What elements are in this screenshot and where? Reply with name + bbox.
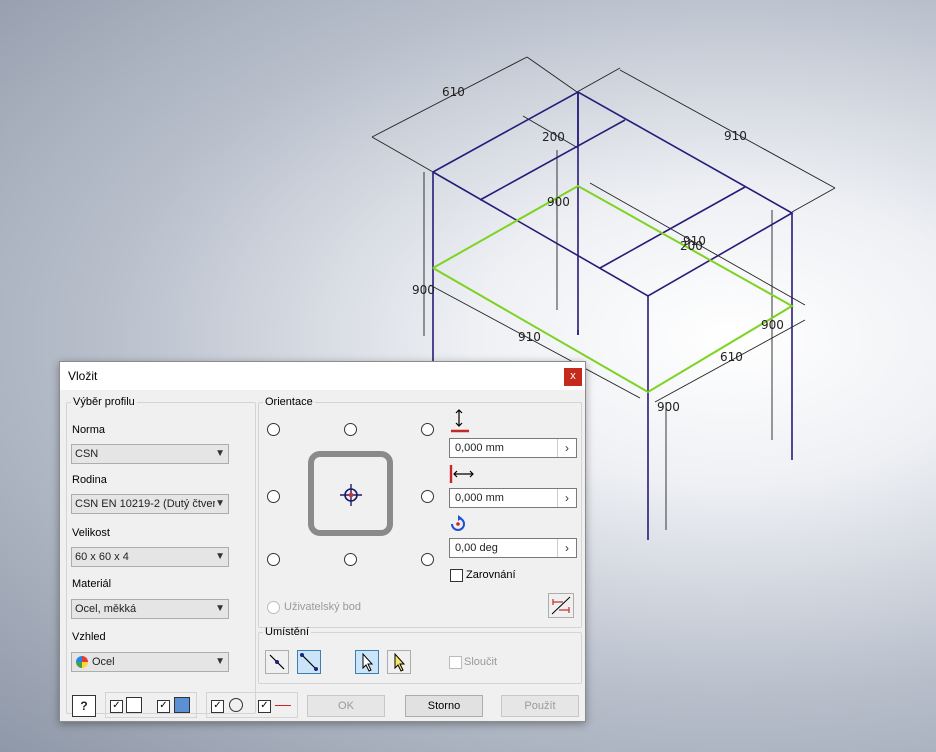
norma-label: Norma <box>72 424 106 436</box>
profile-group-legend: Výběr profilu <box>73 396 135 408</box>
orientation-group: Orientace <box>258 396 582 628</box>
vertical-offset-icon <box>451 409 469 433</box>
dimension-label: 900 <box>547 195 570 209</box>
horizontal-offset-icon <box>449 465 474 483</box>
placement-group-legend: Umístění <box>265 626 310 638</box>
appearance-sphere-icon <box>76 656 88 668</box>
help-button[interactable]: ? <box>72 695 96 717</box>
vertical-offset-value: 0,000 mm <box>455 442 504 454</box>
apply-button[interactable]: Použít <box>501 695 579 717</box>
vertical-offset-input[interactable]: 0,000 mm › <box>449 438 577 458</box>
zarovnani-checkbox[interactable] <box>450 569 463 582</box>
rotation-value: 0,00 deg <box>455 542 498 554</box>
option-toggles-b: ✓ ✓ <box>206 692 298 718</box>
angle-icon <box>275 705 291 706</box>
option-checkbox-4[interactable]: ✓ <box>258 700 271 713</box>
user-point-radio[interactable] <box>267 601 280 614</box>
zarovnani-label: Zarovnání <box>466 569 516 581</box>
mirror-icon <box>551 596 571 615</box>
vzhled-value: Ocel <box>92 656 115 668</box>
anchor-top-right-radio[interactable] <box>421 423 434 436</box>
horizontal-offset-value: 0,000 mm <box>455 492 504 504</box>
dimension-label: 200 <box>680 239 703 253</box>
merge-label: Sloučit <box>464 656 498 668</box>
place-between-points-button[interactable] <box>265 650 289 674</box>
select-yellow-button[interactable] <box>387 650 411 674</box>
velikost-label: Velikost <box>72 527 110 539</box>
chevron-right-icon[interactable]: › <box>557 489 576 507</box>
cancel-button[interactable]: Storno <box>405 695 483 717</box>
dimension-label: 910 <box>518 330 541 344</box>
target-icon <box>229 698 243 712</box>
anchor-bottom-left-radio[interactable] <box>267 553 280 566</box>
dimension-label: 610 <box>442 85 465 99</box>
vzhled-select[interactable]: Ocel ▼ <box>71 652 229 672</box>
chevron-down-icon: ▼ <box>215 603 225 614</box>
rotation-icon <box>451 515 465 531</box>
place-on-edge-button[interactable] <box>297 650 321 674</box>
velikost-value: 60 x 60 x 4 <box>75 551 129 563</box>
rodina-label: Rodina <box>72 474 107 486</box>
anchor-bottom-right-radio[interactable] <box>421 553 434 566</box>
anchor-top-center-radio[interactable] <box>344 423 357 436</box>
orientation-group-legend: Orientace <box>265 396 313 408</box>
velikost-select[interactable]: 60 x 60 x 4 ▼ <box>71 547 229 567</box>
help-icon: ? <box>80 699 88 713</box>
rodina-value: CSN EN 10219-2 (Dutý čtver <box>75 498 217 510</box>
cursor-icon <box>362 652 374 672</box>
line-point-icon <box>300 653 318 671</box>
mirror-button[interactable] <box>548 593 574 618</box>
dimension-label: 900 <box>412 283 435 297</box>
dialog-titlebar[interactable]: Vložit x <box>60 362 585 390</box>
cursor-icon <box>394 652 406 672</box>
center-anchor-icon[interactable] <box>339 483 363 507</box>
frame-properties-icon <box>126 697 142 713</box>
user-point-label: Uživatelský bod <box>284 601 362 613</box>
material-label: Materiál <box>72 578 112 590</box>
rotation-input[interactable]: 0,00 deg › <box>449 538 577 558</box>
chevron-down-icon: ▼ <box>215 551 225 562</box>
material-value: Ocel, měkká <box>75 603 137 615</box>
option-checkbox-3[interactable]: ✓ <box>211 700 224 713</box>
dimension-label: 900 <box>657 400 680 414</box>
chevron-down-icon: ▼ <box>215 656 225 667</box>
anchor-middle-right-radio[interactable] <box>421 490 434 503</box>
line-endpoints-icon <box>269 654 285 670</box>
horizontal-offset-input[interactable]: 0,000 mm › <box>449 488 577 508</box>
merge-checkbox[interactable] <box>449 656 462 669</box>
ok-button[interactable]: OK <box>307 695 385 717</box>
dialog-title: Vložit <box>68 369 98 383</box>
insert-frame-dialog: Vložit x Výběr profilu Norma CSN ▼ Rodin… <box>59 361 586 722</box>
material-select[interactable]: Ocel, měkká ▼ <box>71 599 229 619</box>
anchor-top-left-radio[interactable] <box>267 423 280 436</box>
norma-select[interactable]: CSN ▼ <box>71 444 229 464</box>
dimension-label: 610 <box>720 350 743 364</box>
chevron-right-icon[interactable]: › <box>557 539 576 557</box>
dimension-label: 910 <box>724 129 747 143</box>
frame-generator-icon <box>174 697 190 713</box>
chevron-down-icon: ▼ <box>215 448 225 459</box>
chevron-down-icon: ▼ <box>215 495 225 513</box>
norma-value: CSN <box>75 448 99 460</box>
option-toggles-a: ✓ ✓ <box>105 692 197 718</box>
select-blue-button[interactable] <box>355 650 379 674</box>
close-button[interactable]: x <box>564 368 582 386</box>
rodina-select[interactable]: CSN EN 10219-2 (Dutý čtver ▼ <box>71 494 229 514</box>
anchor-middle-left-radio[interactable] <box>267 490 280 503</box>
vzhled-label: Vzhled <box>72 631 106 643</box>
anchor-bottom-center-radio[interactable] <box>344 553 357 566</box>
chevron-right-icon[interactable]: › <box>557 439 576 457</box>
option-checkbox-2[interactable]: ✓ <box>157 700 170 713</box>
dimension-label: 900 <box>761 318 784 332</box>
dimension-label: 200 <box>542 130 565 144</box>
option-checkbox-1[interactable]: ✓ <box>110 700 123 713</box>
